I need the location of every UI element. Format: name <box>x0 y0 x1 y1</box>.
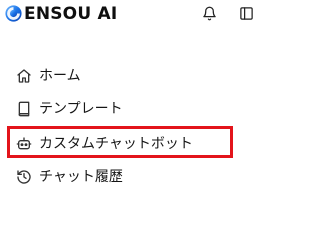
bell-icon <box>202 6 216 20</box>
nav-item-label: チャット履歴 <box>39 169 123 185</box>
nav-item-home[interactable]: ホーム <box>8 63 198 89</box>
bot-icon <box>15 135 33 153</box>
ensou-logo-icon <box>5 5 22 22</box>
nav-item-chat-history[interactable]: チャット履歴 <box>8 164 198 190</box>
brand-name: ENSOU AI <box>24 4 118 24</box>
notifications-button[interactable] <box>200 4 218 22</box>
sidebar-header: ENSOU AI <box>0 0 270 32</box>
home-icon <box>15 67 33 85</box>
sidebar-toggle-icon <box>239 6 253 20</box>
book-icon <box>15 100 33 118</box>
sidebar-toggle-button[interactable] <box>237 4 255 22</box>
nav-item-template[interactable]: テンプレート <box>8 96 198 122</box>
sidebar: ENSOU AI ホーム テンプレート カスタムチャットボット チャット履歴 <box>0 0 270 200</box>
history-icon <box>15 168 33 186</box>
nav-item-label: ホーム <box>39 68 81 84</box>
nav-item-label: カスタムチャットボット <box>39 136 193 152</box>
nav-item-label: テンプレート <box>39 101 123 117</box>
nav-item-custom-chatbot[interactable]: カスタムチャットボット <box>8 131 198 157</box>
